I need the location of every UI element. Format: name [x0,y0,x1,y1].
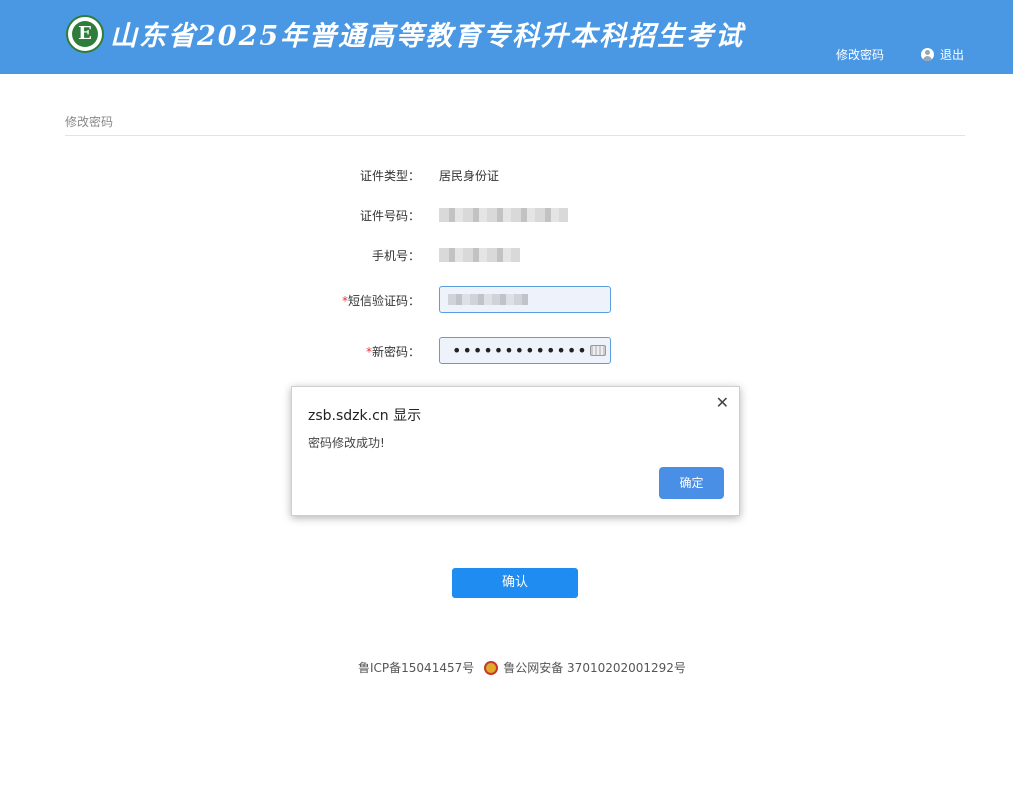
top-header: E 山东省2025年普通高等教育专科升本科招生考试 修改密码 退出 [0,0,1013,74]
police-record-link[interactable]: 鲁公网安备 37010202001292号 [484,659,686,676]
dialog-message: 密码修改成功! [308,436,385,450]
breadcrumb: 修改密码 [65,115,114,129]
id-number-label: 证件号码： [359,209,420,223]
new-password-value: •••••••••••••• [452,341,599,360]
sms-code-input[interactable] [439,286,611,313]
phone-value-redacted [439,248,520,262]
logo-letter: E [72,21,98,47]
confirm-button[interactable]: 确认 [452,568,578,598]
sms-code-label-text: 短信验证码： [347,294,420,308]
dialog-ok-button[interactable]: 确定 [659,467,724,499]
new-password-input[interactable]: •••••••••••••• [439,337,611,364]
new-password-label-text: 新密码： [371,345,420,359]
police-record-text: 鲁公网安备 37010202001292号 [503,661,686,675]
breadcrumb-divider [65,135,965,136]
footer: 鲁ICP备15041457号 鲁公网安备 37010202001292号 [358,659,686,676]
exam-logo-icon: E [66,15,104,53]
new-password-label: *新密码： [300,343,420,360]
icp-link[interactable]: 鲁ICP备15041457号 [358,659,474,676]
id-type-value: 居民身份证 [439,169,500,183]
dialog-title: zsb.sdzk.cn 显示 [308,408,422,424]
alert-dialog: zsb.sdzk.cn 显示 ✕ 密码修改成功! 确定 [291,386,740,516]
nav-change-password-link[interactable]: 修改密码 [836,46,884,63]
user-icon [921,48,934,61]
id-type-label: 证件类型： [359,169,420,183]
sms-code-value-redacted [448,294,528,305]
phone-label: 手机号： [371,249,420,263]
close-icon[interactable]: ✕ [716,393,729,412]
keyboard-icon[interactable] [590,345,606,356]
sms-code-label: *短信验证码： [300,292,420,309]
logout-link[interactable]: 退出 [921,46,964,63]
site-title: 山东省2025年普通高等教育专科升本科招生考试 [110,21,745,52]
police-badge-icon [484,660,499,675]
logout-label: 退出 [940,48,965,62]
id-number-value-redacted [439,208,568,222]
